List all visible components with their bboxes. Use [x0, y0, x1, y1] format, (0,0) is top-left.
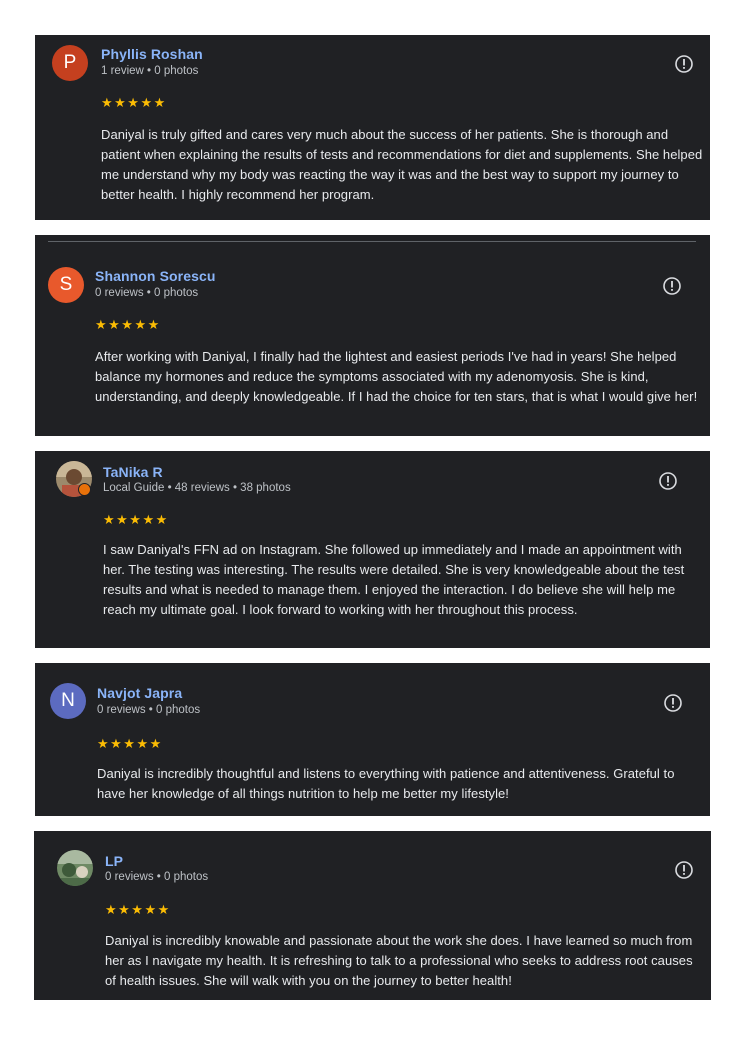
star-rating: ★★★★★: [95, 318, 161, 333]
reviewer-name[interactable]: LP: [105, 853, 123, 869]
report-flag-icon[interactable]: [663, 693, 683, 713]
review-card: P Phyllis Roshan 1 review • 0 photos ★★★…: [35, 35, 710, 220]
reviewer-meta: 1 review • 0 photos: [101, 65, 199, 77]
star-rating: ★★★★★: [101, 96, 167, 111]
avatar[interactable]: [56, 461, 92, 497]
reviewer-name[interactable]: Shannon Sorescu: [95, 268, 216, 284]
reviewer-name[interactable]: TaNika R: [103, 464, 163, 480]
report-flag-icon[interactable]: [658, 471, 678, 491]
review-text: Daniyal is truly gifted and cares very m…: [101, 127, 703, 202]
avatar[interactable]: [57, 850, 93, 886]
reviewer-meta: 0 reviews • 0 photos: [97, 704, 201, 716]
review-text: Daniyal is incredibly knowable and passi…: [105, 933, 693, 988]
review-card: N Navjot Japra 0 reviews • 0 photos ★★★★…: [35, 663, 710, 816]
report-flag-icon[interactable]: [662, 276, 682, 296]
star-rating: ★★★★★: [97, 737, 163, 752]
review-text: After working with Daniyal, I finally ha…: [95, 349, 698, 404]
divider: [48, 241, 696, 242]
avatar[interactable]: P: [52, 45, 88, 81]
star-rating: ★★★★★: [105, 903, 171, 918]
review-card: S Shannon Sorescu 0 reviews • 0 photos ★…: [35, 235, 710, 436]
local-guide-badge-icon: [78, 483, 91, 496]
report-flag-icon[interactable]: [674, 54, 694, 74]
avatar[interactable]: S: [48, 267, 84, 303]
profile-photo-icon: [57, 850, 93, 886]
review-text: Daniyal is incredibly thoughtful and lis…: [97, 766, 675, 801]
review-text: I saw Daniyal's FFN ad on Instagram. She…: [103, 542, 685, 617]
review-card: TaNika R Local Guide • 48 reviews • 38 p…: [35, 451, 710, 648]
reviewer-meta: Local Guide • 48 reviews • 38 photos: [103, 482, 291, 494]
review-card: LP 0 reviews • 0 photos ★★★★★ Daniyal is…: [34, 831, 711, 1000]
reviewer-meta: 0 reviews • 0 photos: [105, 871, 209, 883]
reviewer-meta: 0 reviews • 0 photos: [95, 287, 199, 299]
reviewer-name[interactable]: Phyllis Roshan: [101, 46, 203, 62]
report-flag-icon[interactable]: [674, 860, 694, 880]
reviewer-name[interactable]: Navjot Japra: [97, 685, 182, 701]
avatar[interactable]: N: [50, 683, 86, 719]
star-rating: ★★★★★: [103, 513, 169, 528]
